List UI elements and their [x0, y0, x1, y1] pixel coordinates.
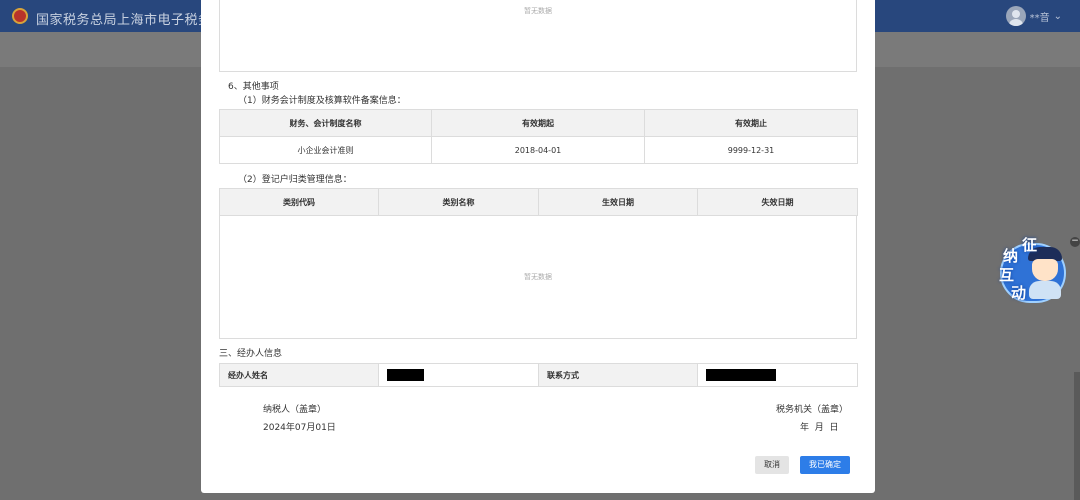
column-header: 失效日期: [697, 188, 858, 216]
subsection-1-title: （1）财务会计制度及核算软件备案信息：: [238, 96, 406, 106]
section-6-title: 6、其他事项: [228, 82, 279, 92]
table-header-row: 类别代码 类别名称 生效日期 失效日期: [219, 188, 858, 216]
agent-info-table: 经办人姓名 联系方式: [219, 363, 858, 387]
table-cell: 9999-12-31: [644, 136, 858, 164]
app-title: 国家税务总局上海市电子税务局: [36, 13, 226, 28]
section-3-title: 三、经办人信息: [219, 349, 283, 359]
user-name: **音: [1029, 12, 1050, 24]
column-header: 生效日期: [538, 188, 698, 216]
table-row: 经办人姓名 联系方式: [219, 363, 858, 387]
registration-info-modal: 暂无数据 6、其他事项 （1）财务会计制度及核算软件备案信息： 财务、会计制度名…: [201, 0, 875, 493]
taxpayer-seal-label: 纳税人（盖章）: [263, 405, 327, 415]
officer-mascot-icon: [1026, 247, 1066, 301]
tax-bureau-logo-icon: [12, 8, 28, 24]
column-header: 财务、会计制度名称: [219, 109, 432, 137]
empty-data-text: 暂无数据: [524, 273, 552, 281]
column-header: 有效期起: [431, 109, 645, 137]
table-header-row: 财务、会计制度名称 有效期起 有效期止: [219, 109, 858, 137]
widget-close-icon[interactable]: −: [1070, 237, 1080, 247]
tax-authority-seal-label: 税务机关（盖章）: [776, 405, 849, 415]
previous-table-empty-body: 暂无数据: [219, 0, 857, 72]
agent-name-label: 经办人姓名: [219, 363, 379, 387]
table-cell: 2018-04-01: [431, 136, 645, 164]
confirm-button[interactable]: 我已确定: [800, 456, 850, 474]
accounting-system-table: 财务、会计制度名称 有效期起 有效期止 小企业会计准则 2018-04-01 9…: [219, 109, 858, 164]
column-header: 类别名称: [378, 188, 539, 216]
widget-char: 纳: [1003, 247, 1019, 265]
classification-table: 类别代码 类别名称 生效日期 失效日期: [219, 188, 858, 216]
redacted-block: [706, 369, 776, 381]
cancel-button[interactable]: 取消: [755, 456, 789, 474]
widget-char: 动: [1011, 284, 1027, 302]
user-menu[interactable]: **音 ⌄: [1005, 6, 1062, 26]
widget-char: 征: [1022, 236, 1038, 254]
page-scrollbar[interactable]: [1074, 372, 1080, 500]
redacted-block: [387, 369, 424, 381]
user-avatar-icon: [1005, 6, 1026, 26]
classification-table-empty-body: 暂无数据: [219, 215, 857, 339]
empty-data-text: 暂无数据: [524, 7, 552, 15]
tax-interaction-widget[interactable]: 征 纳 互 动: [996, 236, 1070, 303]
chevron-down-icon: ⌄: [1053, 10, 1062, 22]
taxpayer-date: 2024年07月01日: [263, 423, 336, 433]
table-cell: 小企业会计准则: [219, 136, 432, 164]
column-header: 有效期止: [644, 109, 858, 137]
tax-authority-date: 年 月 日: [800, 423, 839, 433]
subsection-2-title: （2）登记户归类管理信息：: [238, 175, 352, 185]
column-header: 类别代码: [219, 188, 379, 216]
table-row: 小企业会计准则 2018-04-01 9999-12-31: [219, 136, 858, 164]
contact-label: 联系方式: [538, 363, 698, 387]
contact-value: [697, 363, 858, 387]
agent-name-value: [378, 363, 539, 387]
